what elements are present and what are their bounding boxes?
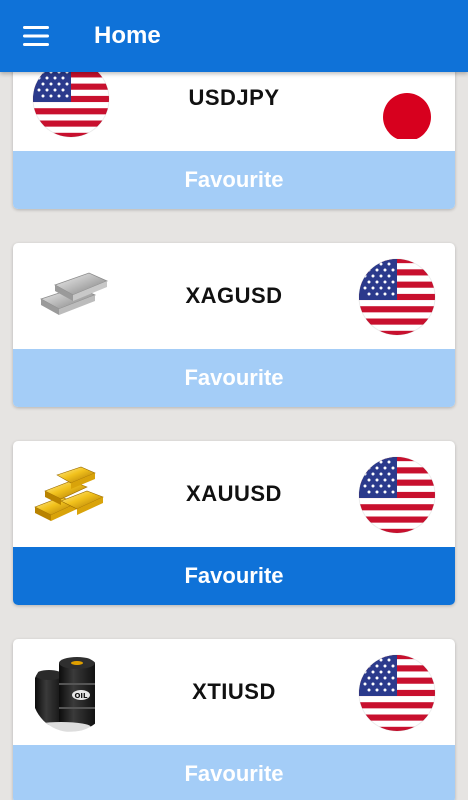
us-flag-icon — [357, 455, 437, 535]
menu-icon — [23, 26, 49, 46]
favourite-button[interactable]: Favourite — [13, 151, 455, 209]
pair-card-xauusd[interactable]: XAUUSD Favourite — [13, 441, 455, 605]
favourite-button[interactable]: Favourite — [13, 349, 455, 407]
card-header: OIL XTIUSD — [13, 639, 455, 745]
favourite-button[interactable]: Favourite — [13, 745, 455, 800]
pair-card-xtiusd[interactable]: OIL XTIUSD Favourite — [13, 639, 455, 800]
page-title: Home — [94, 22, 161, 49]
us-flag-icon — [357, 653, 437, 733]
card-header: XAGUSD — [13, 243, 455, 349]
card-header: XAUUSD — [13, 441, 455, 547]
favourite-button[interactable]: Favourite — [13, 547, 455, 605]
us-flag-icon — [357, 257, 437, 337]
pair-card-xagusd[interactable]: XAGUSD Favourite — [13, 243, 455, 407]
menu-button[interactable] — [0, 0, 72, 72]
app-bar: Home — [0, 0, 468, 72]
